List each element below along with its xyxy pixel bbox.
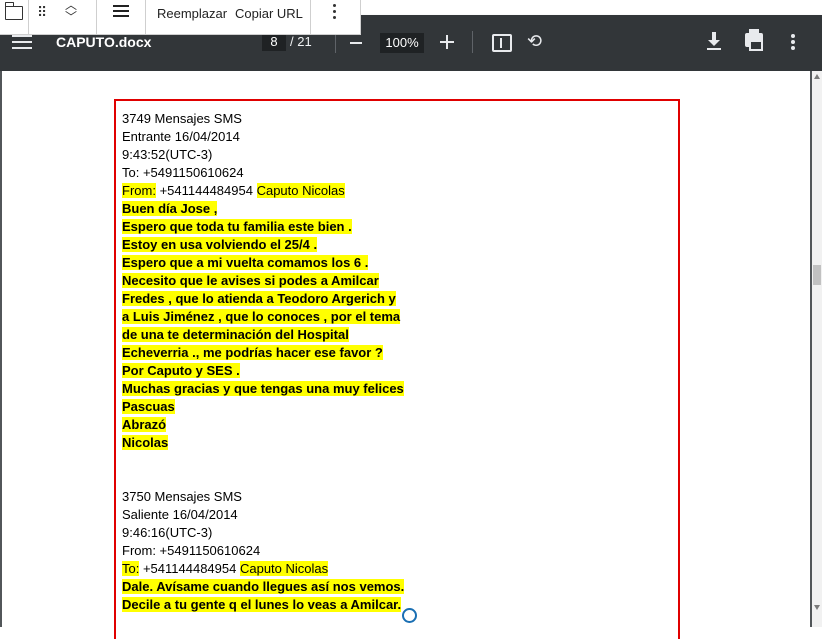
fit-to-page-icon[interactable]	[492, 34, 512, 52]
floating-toolbar: ⠿ ︿ ﹀ Reemplazar Copiar URL	[0, 0, 361, 35]
more-vert-icon[interactable]	[333, 4, 336, 22]
to-name: Caputo Nicolas	[239, 561, 329, 576]
to-label: To:	[122, 561, 140, 576]
message-body-line: Estoy en usa volviendo el 25/4 .	[122, 237, 318, 252]
message-body-line: Necesito que le avises si podes a Amilca…	[122, 273, 379, 288]
message-body-line: Muchas gracias y que tengas una muy feli…	[122, 381, 404, 396]
document-text: 3749 Mensajes SMS Entrante 16/04/2014 9:…	[122, 110, 405, 614]
zoom-out-icon[interactable]	[350, 42, 362, 44]
message-body-line: Echeverria ., me podrías hacer ese favor…	[122, 345, 383, 360]
print-icon[interactable]	[745, 29, 763, 51]
message-body-line: Por Caputo y SES .	[122, 363, 240, 378]
from-number: +541144484954	[155, 183, 257, 198]
message-body-line: Decile a tu gente q el lunes lo veas a A…	[122, 597, 402, 612]
more-options-icon[interactable]	[791, 34, 795, 52]
zoom-in-icon[interactable]	[440, 35, 454, 49]
zoom-level-input[interactable]: 100%	[380, 33, 424, 53]
toolbar-divider	[472, 31, 473, 53]
page-number-input[interactable]: 8	[262, 33, 286, 51]
message-to: To: +541144484954 Caputo Nicolas	[122, 560, 404, 578]
cursor-indicator-icon	[402, 608, 417, 623]
to-number: +541144484954	[139, 561, 240, 576]
message-direction: Entrante 16/04/2014	[122, 129, 240, 144]
message-time: 9:46:16(UTC-3)	[122, 525, 213, 540]
document-title: CAPUTO.docx	[56, 34, 152, 50]
message-from: From: +5491150610624	[122, 543, 261, 558]
message-body-line: Fredes , que lo atienda a Teodoro Argeri…	[122, 291, 396, 306]
message-header: 3750 Mensajes SMS	[122, 489, 242, 504]
scroll-up-arrow-icon[interactable]	[814, 74, 820, 79]
message-body-line: Nicolas	[122, 435, 169, 450]
message-body-line: Dale. Avísame cuando llegues así nos vem…	[122, 579, 405, 594]
menu-icon[interactable]	[12, 35, 32, 51]
download-icon[interactable]	[706, 32, 722, 50]
message-body-line: de una te determinación del Hospital	[122, 327, 349, 342]
message-to: To: +5491150610624	[122, 165, 244, 180]
vertical-scrollbar[interactable]	[812, 71, 822, 627]
message-body-line: Pascuas	[122, 399, 175, 414]
message-header: 3749 Mensajes SMS	[122, 111, 242, 126]
message-body-line: Abrazó	[122, 417, 167, 432]
from-name: Caputo Nicolas	[256, 183, 345, 198]
message-body-line: Espero que a mi vuelta comamos los 6 .	[122, 255, 369, 270]
rotate-icon[interactable]: ⟲	[527, 31, 542, 52]
scroll-down-arrow-icon[interactable]	[814, 605, 820, 610]
message-direction: Saliente 16/04/2014	[122, 507, 238, 522]
message-body-line: Espero que toda tu familia este bien .	[122, 219, 352, 234]
page-count: / 21	[290, 34, 312, 49]
message-body-line: a Luis Jiménez , que lo conoces , por el…	[122, 309, 401, 324]
message-body-line: Buen día Jose ,	[122, 201, 218, 216]
from-label: From:	[122, 183, 156, 198]
message-time: 9:43:52(UTC-3)	[122, 147, 213, 162]
toolbar-cell	[0, 0, 311, 34]
scrollbar-thumb[interactable]	[813, 265, 821, 285]
message-from: From: +541144484954 Caputo Nicolas	[122, 182, 404, 200]
